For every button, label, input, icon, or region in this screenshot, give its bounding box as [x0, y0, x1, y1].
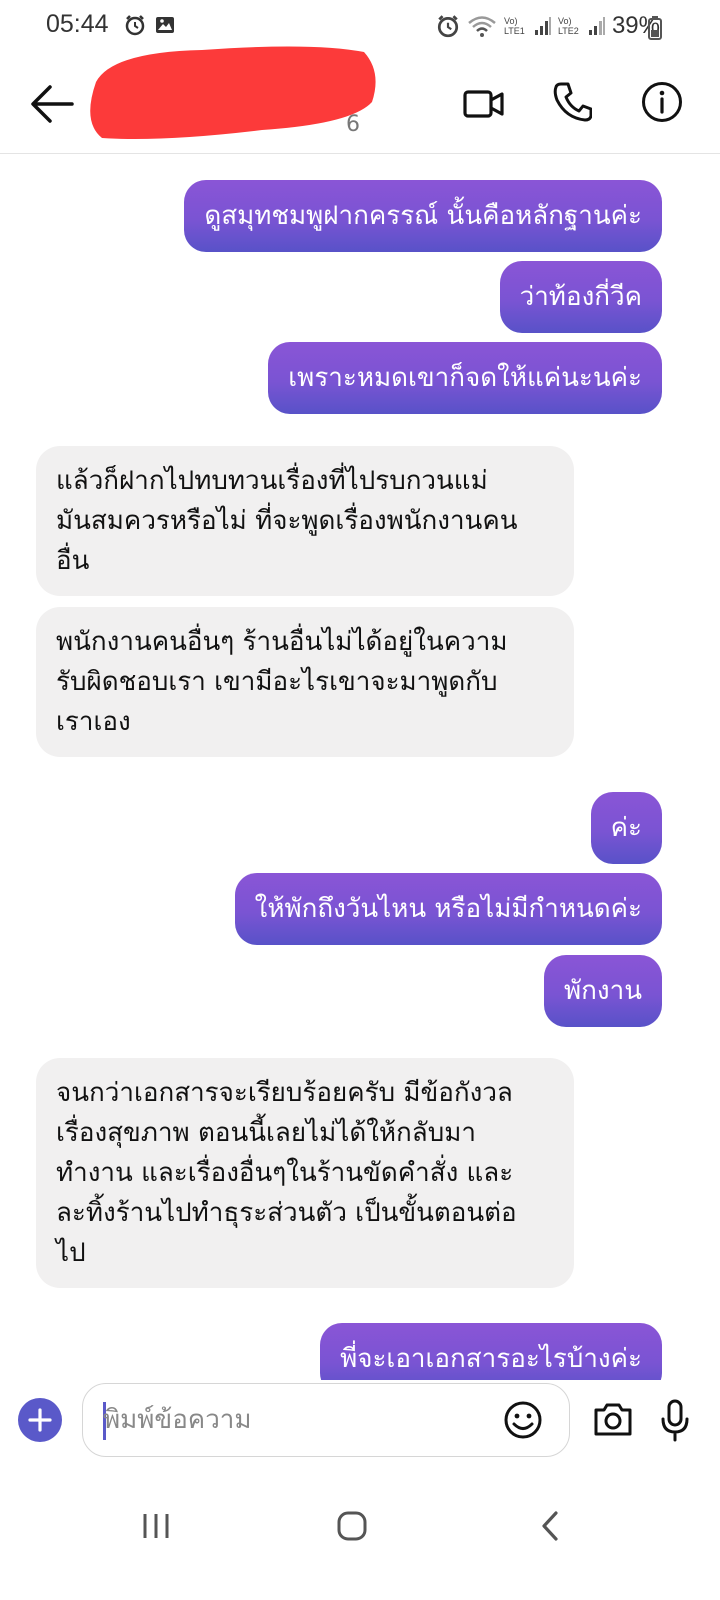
message-outgoing[interactable]: พี่จะเอาเอกสารอะไรบ้างค่ะ: [320, 1323, 662, 1380]
message-incoming[interactable]: พนักงานคนอื่นๆ ร้านอื่นไม่ได้อยู่ในความ …: [36, 607, 574, 757]
message-outgoing[interactable]: ว่าท้องกี่วีค: [499, 261, 662, 333]
message-incoming[interactable]: จนกว่าเอกสารจะเรียบร้อยครับ มีข้อกังวล เ…: [36, 1058, 574, 1288]
message-outgoing[interactable]: ดูสมุทชมพูฝากครรณ์ นั้นคือหลักฐานค่ะ: [184, 180, 662, 252]
nav-back-button[interactable]: [538, 1510, 562, 1542]
home-button[interactable]: [336, 1510, 368, 1542]
sim2-label: Vo) LTE2: [557, 16, 579, 36]
chevron-left-icon: [542, 1511, 558, 1541]
phone-icon: [553, 82, 593, 122]
wifi-icon: [468, 16, 496, 37]
microphone-icon: [661, 1399, 689, 1442]
message-field[interactable]: [82, 1383, 570, 1457]
info-icon: [642, 82, 682, 122]
message-list[interactable]: ดูสมุทชมพูฝากครรณ์ นั้นคือหลักฐานค่ะ ว่า…: [0, 155, 720, 1380]
plus-icon: [28, 1408, 52, 1432]
camera-icon: [594, 1403, 632, 1436]
voice-message-button[interactable]: [660, 1398, 690, 1442]
voice-call-button[interactable]: [552, 80, 593, 124]
arrow-left-icon: [31, 85, 74, 123]
status-time: 05:44: [46, 10, 109, 38]
signal-icon: [588, 17, 605, 35]
add-attachment-button[interactable]: [18, 1398, 62, 1442]
alarm-icon: [437, 15, 459, 38]
signal-icon: [534, 17, 551, 35]
chat-header: 6: [0, 46, 720, 154]
video-call-button[interactable]: [462, 84, 506, 124]
message-outgoing[interactable]: พักงาน: [544, 955, 662, 1027]
emoji-button[interactable]: [503, 1400, 543, 1440]
alarm-icon: [125, 15, 145, 36]
video-camera-icon: [463, 90, 504, 118]
home-icon: [337, 1511, 367, 1541]
composer-bar: [0, 1380, 720, 1460]
info-button[interactable]: [640, 80, 684, 124]
redaction-mark: [90, 46, 376, 139]
gallery-icon: [156, 17, 174, 33]
recent-apps-button[interactable]: [140, 1510, 172, 1542]
battery-icon: [648, 16, 662, 40]
system-nav-bar: [0, 1500, 720, 1560]
recents-icon: [143, 1514, 169, 1538]
back-button[interactable]: [28, 82, 76, 126]
sim1-label: Vo) LTE1: [503, 16, 525, 36]
message-outgoing[interactable]: ให้พักถึงวันไหน หรือไม่มีกำหนดค่ะ: [234, 873, 662, 945]
smiley-icon: [504, 1401, 542, 1439]
message-input[interactable]: [103, 1400, 493, 1440]
camera-button[interactable]: [592, 1400, 634, 1438]
message-incoming[interactable]: แล้วก็ฝากไปทบทวนเรื่องที่ไปรบกวนแม่ มันส…: [36, 446, 574, 596]
message-outgoing[interactable]: ค่ะ: [590, 792, 662, 864]
message-outgoing[interactable]: เพราะหมดเขาก็จดให้แค่นะนค่ะ: [268, 342, 662, 414]
